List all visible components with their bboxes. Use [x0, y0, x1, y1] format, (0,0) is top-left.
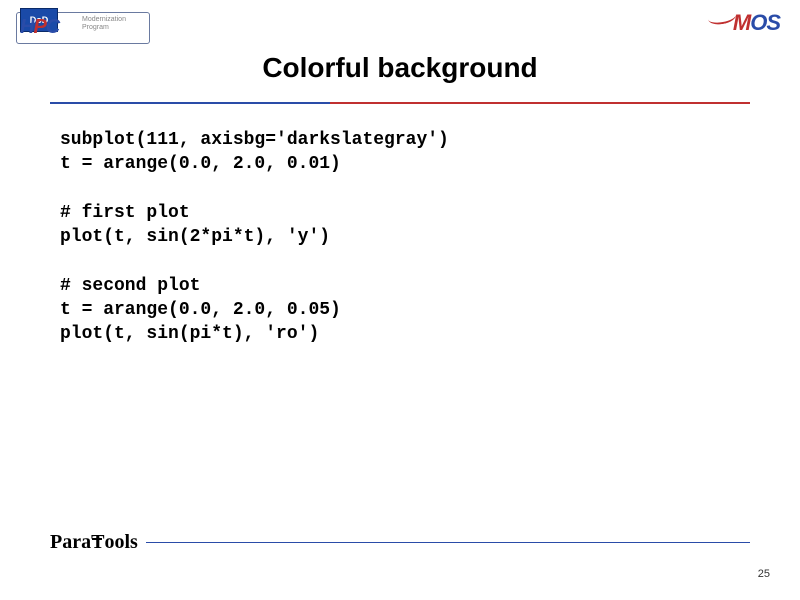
logo-hpc-subtext: Modernization Program: [82, 16, 150, 31]
logo-paratools: ParaTools: [50, 531, 138, 554]
footer-divider: [146, 542, 750, 543]
page-number: 25: [758, 568, 770, 580]
logo-hpc: DoD HPC Modernization Program: [20, 8, 150, 48]
slide-title: Colorful background: [0, 52, 800, 84]
slide: DoD HPC Modernization Program MOS Colorf…: [0, 0, 800, 600]
header: DoD HPC Modernization Program MOS: [0, 0, 800, 48]
code-block: subplot(111, axisbg='darkslategray') t =…: [60, 128, 740, 347]
title-divider: [50, 102, 750, 104]
logo-hpc-text: HPC: [20, 16, 59, 39]
footer: ParaTools: [50, 531, 750, 554]
logo-mos: MOS: [680, 8, 780, 38]
